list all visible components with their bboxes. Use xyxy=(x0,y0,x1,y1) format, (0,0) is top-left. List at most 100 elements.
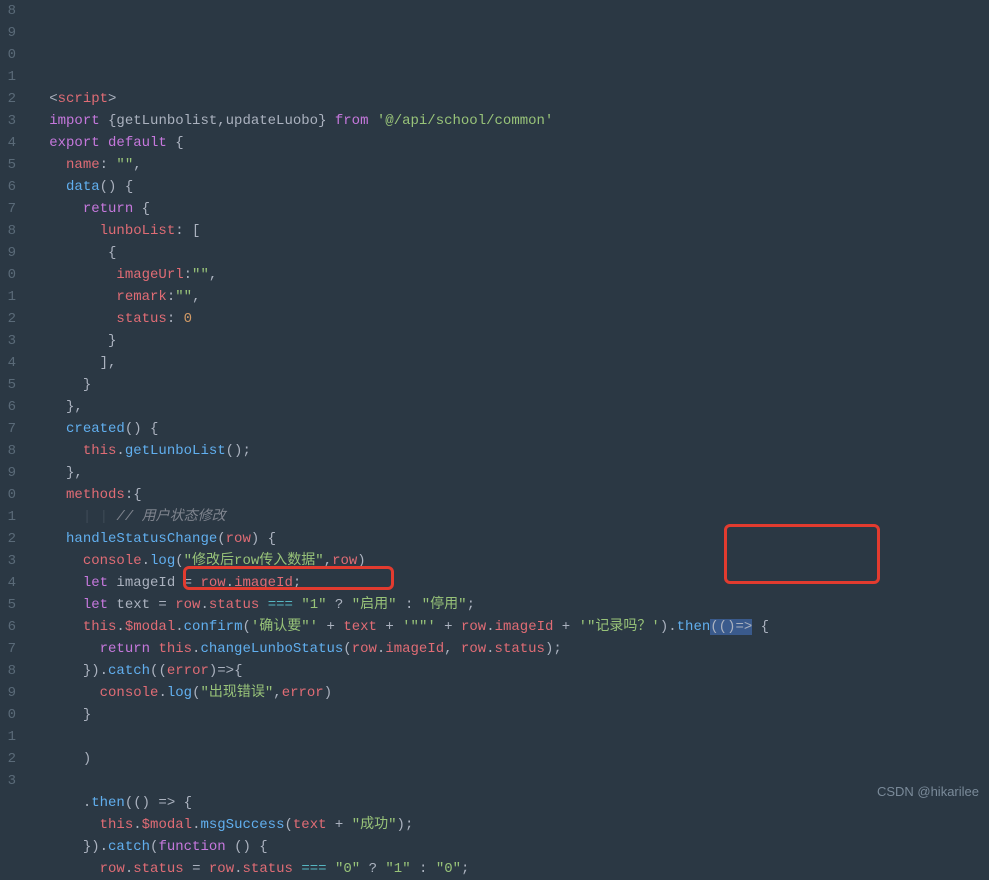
code-token: ) xyxy=(324,685,332,701)
code-token: === xyxy=(293,861,335,877)
code-line[interactable]: return this.changeLunboStatus(row.imageI… xyxy=(24,638,989,660)
code-line[interactable]: methods:{ xyxy=(24,484,989,506)
code-line[interactable]: let text = row.status === "1" ? "启用" : "… xyxy=(24,594,989,616)
code-line[interactable]: status: 0 xyxy=(24,308,989,330)
code-token: handleStatusChange xyxy=(66,531,217,547)
code-token: . xyxy=(125,861,133,877)
code-line[interactable]: export default { xyxy=(24,132,989,154)
code-token: , xyxy=(273,685,281,701)
line-number: 9 xyxy=(0,462,16,484)
code-token: "1" xyxy=(301,597,326,613)
code-line[interactable]: }).catch(function () { xyxy=(24,836,989,858)
code-line[interactable]: this.$modal.confirm('确认要"' + text + '""'… xyxy=(24,616,989,638)
code-token: ) xyxy=(397,817,405,833)
code-token: "成功" xyxy=(352,817,397,833)
code-token: () xyxy=(226,443,243,459)
code-line[interactable]: ], xyxy=(24,352,989,374)
code-token: row xyxy=(352,641,377,657)
code-line[interactable]: let imageId = row.imageId; xyxy=(24,572,989,594)
code-line[interactable]: name: "", xyxy=(24,154,989,176)
code-token: . xyxy=(175,619,183,635)
line-number: 1 xyxy=(0,66,16,88)
code-line[interactable]: { xyxy=(24,242,989,264)
code-token: remark xyxy=(116,289,166,305)
code-line[interactable] xyxy=(24,726,989,748)
code-token: text xyxy=(116,597,150,613)
code-line[interactable]: console.log("出现错误",error) xyxy=(24,682,989,704)
code-token: log xyxy=(150,553,175,569)
code-token: row xyxy=(175,597,200,613)
code-token: console xyxy=(83,553,142,569)
code-editor[interactable]: 890123456789012345678901234567890123 <sc… xyxy=(0,0,989,809)
code-token: < xyxy=(49,91,57,107)
code-line[interactable]: }, xyxy=(24,396,989,418)
code-line[interactable]: ) xyxy=(24,748,989,770)
code-line[interactable]: .then(() => { xyxy=(24,792,989,814)
code-area[interactable]: <script> import {getLunbolist,updateLuob… xyxy=(24,0,989,809)
code-line[interactable]: data() { xyxy=(24,176,989,198)
code-token: }, xyxy=(66,399,83,415)
code-token: () { xyxy=(234,839,268,855)
code-token: . xyxy=(142,553,150,569)
code-line[interactable]: created() { xyxy=(24,418,989,440)
line-number: 2 xyxy=(0,308,16,330)
code-token: , xyxy=(209,267,217,283)
code-line[interactable] xyxy=(24,770,989,792)
code-token: lunboList xyxy=(100,223,176,239)
code-token: :{ xyxy=(125,487,142,503)
code-token: this xyxy=(83,619,117,635)
code-line[interactable]: handleStatusChange(row) { xyxy=(24,528,989,550)
code-line[interactable]: this.getLunboList(); xyxy=(24,440,989,462)
code-token: row xyxy=(226,531,251,547)
line-number: 4 xyxy=(0,132,16,154)
line-number: 0 xyxy=(0,264,16,286)
code-line[interactable]: row.status = row.status === "0" ? "1" : … xyxy=(24,858,989,880)
code-token: "0" xyxy=(335,861,360,877)
code-line[interactable]: imageUrl:"", xyxy=(24,264,989,286)
code-line[interactable]: }, xyxy=(24,462,989,484)
code-line[interactable]: }).catch((error)=>{ xyxy=(24,660,989,682)
code-token: + xyxy=(377,619,402,635)
code-line[interactable]: } xyxy=(24,704,989,726)
code-token: ; xyxy=(553,641,561,657)
line-number: 9 xyxy=(0,22,16,44)
code-token: ; xyxy=(293,575,301,591)
code-line[interactable]: lunboList: [ xyxy=(24,220,989,242)
code-token: return xyxy=(100,641,159,657)
code-line[interactable]: return { xyxy=(24,198,989,220)
code-line[interactable]: import {getLunbolist,updateLuobo} from '… xyxy=(24,110,989,132)
code-token: () xyxy=(125,421,142,437)
code-token: methods xyxy=(66,487,125,503)
code-line[interactable]: console.log("修改后row传入数据",row) xyxy=(24,550,989,572)
code-line[interactable]: this.$modal.msgSuccess(text + "成功"); xyxy=(24,814,989,836)
code-line[interactable]: } xyxy=(24,330,989,352)
code-line[interactable]: <script> xyxy=(24,88,989,110)
code-token: . xyxy=(158,685,166,701)
line-number: 1 xyxy=(0,286,16,308)
code-token: // 用户状态修改 xyxy=(116,509,225,525)
line-number: 2 xyxy=(0,88,16,110)
line-number: 2 xyxy=(0,748,16,770)
code-token: 0 xyxy=(175,311,192,327)
code-line[interactable]: remark:"", xyxy=(24,286,989,308)
code-token: = xyxy=(184,861,209,877)
code-token: ( xyxy=(284,817,292,833)
code-token: created xyxy=(66,421,125,437)
code-token: then xyxy=(677,619,711,635)
line-number: 9 xyxy=(0,242,16,264)
line-number: 7 xyxy=(0,638,16,660)
code-line[interactable]: } xyxy=(24,374,989,396)
code-token: msgSuccess xyxy=(200,817,284,833)
code-token: {getLunbolist,updateLuobo} xyxy=(108,113,326,129)
code-token: let xyxy=(83,575,117,591)
code-token: this xyxy=(83,443,117,459)
line-number: 7 xyxy=(0,198,16,220)
code-line[interactable]: | | // 用户状态修改 xyxy=(24,506,989,528)
code-token: log xyxy=(167,685,192,701)
line-number: 4 xyxy=(0,352,16,374)
code-token: + xyxy=(327,817,352,833)
code-token: } xyxy=(108,333,116,349)
code-token: return xyxy=(83,201,142,217)
code-token: changeLunboStatus xyxy=(200,641,343,657)
code-token: ) xyxy=(357,553,365,569)
